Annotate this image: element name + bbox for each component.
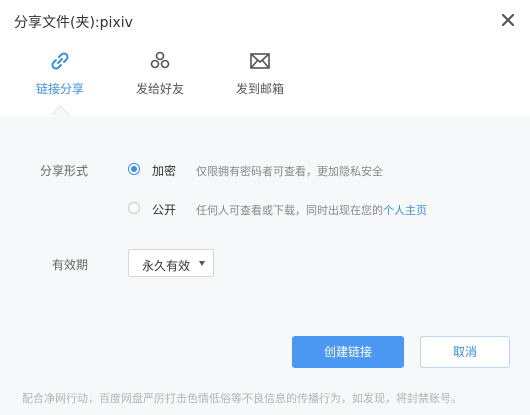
radio-public[interactable] <box>128 202 140 214</box>
share-tabs: 链接分享 发给好友 发到邮箱 <box>0 44 530 117</box>
option-public-desc-text: 任何人可查看或下载，同时出现在您的 <box>196 204 383 217</box>
tab-send-friend[interactable]: 发给好友 <box>115 50 205 110</box>
radio-encrypted[interactable] <box>128 163 140 175</box>
validity-label: 有效期 <box>52 258 89 272</box>
tab-label: 发给好友 <box>135 82 184 96</box>
option-public-label: 公开 <box>152 203 177 217</box>
share-content: 分享形式 加密 仅限拥有密码者可查看，更加隐私安全 公开 任何人可查看或下载，同… <box>0 116 530 415</box>
tab-send-email[interactable]: 发到邮箱 <box>215 50 305 110</box>
cancel-button[interactable]: 取消 <box>420 336 510 368</box>
dialog-titlebar: 分享文件(夹):pixiv <box>0 0 530 44</box>
footer-notice: 配合净网行动，百度网盘严厉打击色情低俗等不良信息的传播行为，如发现，将封禁账号。 <box>22 392 462 405</box>
dialog-title: 分享文件(夹):pixiv <box>14 15 133 31</box>
create-link-button[interactable]: 创建链接 <box>292 336 404 368</box>
option-encrypted-label: 加密 <box>152 164 177 178</box>
validity-select[interactable]: 永久有效 <box>128 249 214 277</box>
option-encrypted-desc: 仅限拥有密码者可查看，更加隐私安全 <box>196 165 383 178</box>
link-icon <box>51 52 69 70</box>
chevron-down-icon <box>199 261 205 266</box>
share-dialog: 分享文件(夹):pixiv 链接分享 发给好友 发到邮箱 分享形式 加密 仅限拥… <box>0 0 530 415</box>
friends-icon <box>150 51 170 69</box>
tab-label: 链接分享 <box>35 82 84 96</box>
validity-value: 永久有效 <box>142 259 191 273</box>
personal-homepage-link[interactable]: 个人主页 <box>383 204 427 217</box>
tab-link-share[interactable]: 链接分享 <box>15 50 105 110</box>
mail-icon <box>250 53 270 69</box>
share-form-label: 分享形式 <box>40 164 89 178</box>
close-icon[interactable] <box>500 12 516 28</box>
option-public-desc: 任何人可查看或下载，同时出现在您的个人主页 <box>196 202 427 218</box>
tab-label: 发到邮箱 <box>235 82 284 96</box>
